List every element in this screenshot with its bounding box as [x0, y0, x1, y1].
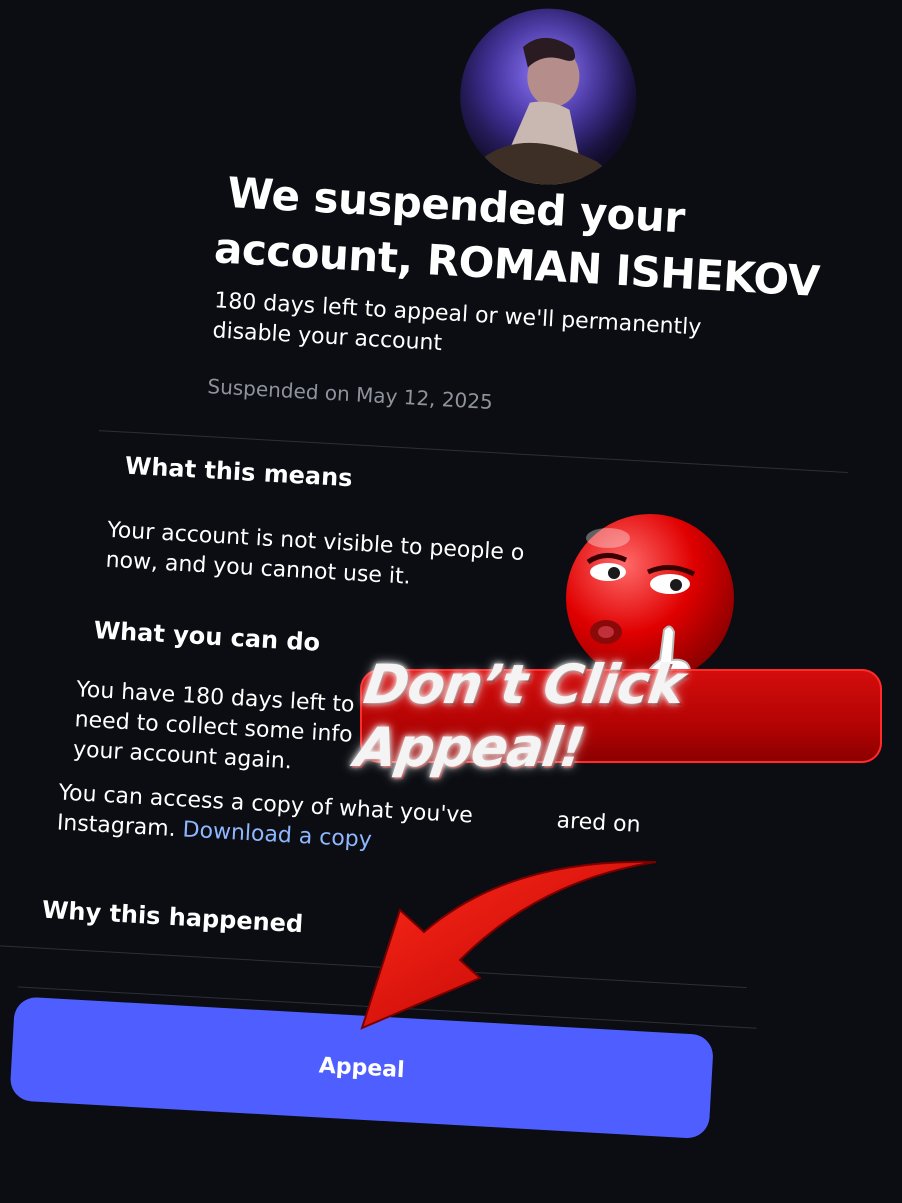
suspended-date: Suspended on May 12, 2025: [206, 374, 494, 414]
appeal-button-label: Appeal: [318, 1052, 406, 1083]
red-arrow-icon: [360, 860, 657, 1030]
download-line-2: Instagram.: [56, 810, 177, 842]
avatar-photo-icon: [455, 3, 642, 190]
screen: We suspended your account, ROMAN ISHEKOV…: [0, 0, 902, 1203]
warning-banner: Don’t Click Appeal!: [351, 653, 882, 779]
profile-avatar: [455, 3, 642, 190]
heading-why-this-happened[interactable]: Why this happened: [41, 896, 304, 939]
page-title: We suspended your account, ROMAN ISHEKOV: [213, 165, 828, 310]
heading-what-this-means: What this means: [124, 451, 354, 493]
warning-banner-text: Don’t Click Appeal!: [351, 653, 688, 779]
heading-what-you-can-do: What you can do: [92, 616, 321, 657]
download-line-1b: ared on: [555, 808, 642, 838]
